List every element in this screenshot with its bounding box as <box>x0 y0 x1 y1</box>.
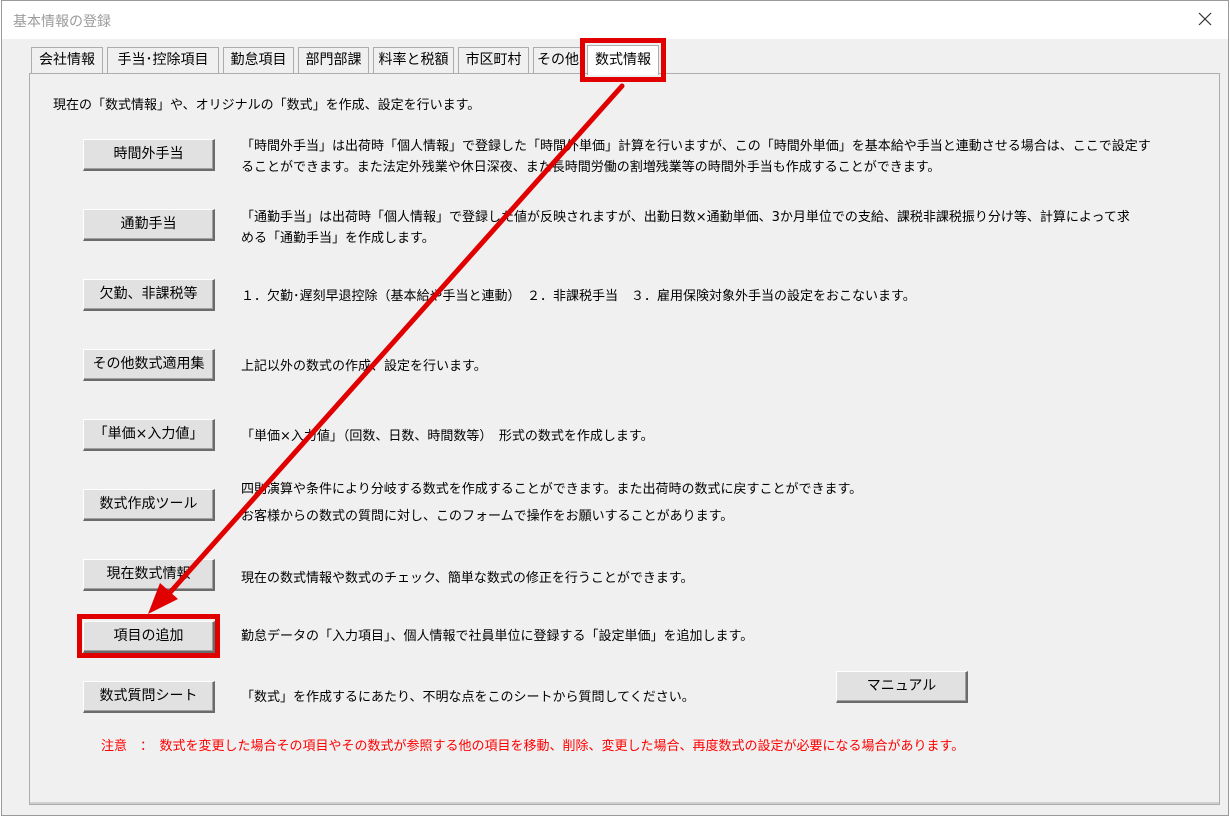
tab-attendance-items[interactable]: 勤怠項目 <box>223 47 294 73</box>
absence-nontaxable-button[interactable]: 欠勤、非課税等 <box>83 279 215 311</box>
add-item-button[interactable]: 項目の追加 <box>83 621 215 653</box>
warning-note: 注意 ： 数式を変更した場合その項目やその数式が参照する他の項目を移動、削除、変… <box>101 739 965 754</box>
unit-price-input-button[interactable]: 「単価×入力値」 <box>83 419 215 451</box>
other-formulas-desc: 上記以外の数式の作成、設定を行います。 <box>241 359 487 374</box>
tab-department[interactable]: 部門部課 <box>298 47 369 73</box>
tab-allowance-deduction[interactable]: 手当･控除項目 <box>107 47 219 73</box>
formula-info-panel: 現在の「数式情報」や、オリジナルの「数式」を作成、設定を行います。 時間外手当 … <box>29 73 1220 805</box>
overtime-allowance-button[interactable]: 時間外手当 <box>83 139 215 171</box>
title-bar: 基本情報の登録 <box>2 1 1228 39</box>
current-formula-info-button[interactable]: 現在数式情報 <box>83 559 215 591</box>
window-title: 基本情報の登録 <box>13 14 111 30</box>
question-sheet-desc: 「数式」を作成するにあたり、不明な点をこのシートから質問してください。 <box>241 690 695 705</box>
overtime-desc-line2: ることができます。また法定外残業や休日深夜、また長時間労働の割増残業等の時間外手… <box>241 160 941 175</box>
tab-formula-info[interactable]: 数式情報 <box>587 45 659 75</box>
commute-allowance-button[interactable]: 通勤手当 <box>83 209 215 241</box>
tab-rates-taxes[interactable]: 料率と税額 <box>373 47 454 73</box>
absence-desc: １．欠勤･遅刻早退控除（基本給や手当と連動） ２．非課税手当 ３．雇用保険対象外… <box>241 289 916 304</box>
manual-button[interactable]: マニュアル <box>836 671 968 703</box>
formula-tool-button[interactable]: 数式作成ツール <box>83 489 215 521</box>
panel-intro: 現在の「数式情報」や、オリジナルの「数式」を作成、設定を行います。 <box>53 98 481 113</box>
other-formulas-button[interactable]: その他数式適用集 <box>83 349 215 381</box>
commute-desc-line2: める「通勤手当」を作成します。 <box>241 231 435 246</box>
formula-tool-desc-line2: お客様からの数式の質問に対し、このフォームで操作をお願いすることがあります。 <box>241 509 734 524</box>
formula-tool-desc-line1: 四則演算や条件により分岐する数式を作成することができます。また出荷時の数式に戻す… <box>241 482 863 497</box>
current-formula-desc: 現在の数式情報や数式のチェック、簡単な数式の修正を行うことができます。 <box>241 571 694 586</box>
tab-company-info[interactable]: 会社情報 <box>31 47 103 73</box>
overtime-desc-line1: 「時間外手当」は出荷時「個人情報」で登録した「時間外単価」計算を行いますが、この… <box>241 139 1151 154</box>
formula-question-sheet-button[interactable]: 数式質問シート <box>83 681 215 713</box>
close-button[interactable] <box>1190 5 1220 35</box>
close-icon <box>1198 12 1212 26</box>
tab-other[interactable]: その他 <box>533 47 583 73</box>
unit-price-desc: 「単価×入力値」（回数、日数、時間数等） 形式の数式を作成します。 <box>241 429 654 444</box>
panel-bottom-shade <box>30 802 1219 804</box>
commute-desc-line1: 「通勤手当」は出荷時「個人情報」で登録した値が反映されますが、出勤日数×通勤単価… <box>241 210 1130 225</box>
tab-municipality[interactable]: 市区町村 <box>458 47 529 73</box>
add-item-desc: 勤怠データの「入力項目」、個人情報で社員単位に登録する「設定単価」を追加します。 <box>241 629 754 644</box>
